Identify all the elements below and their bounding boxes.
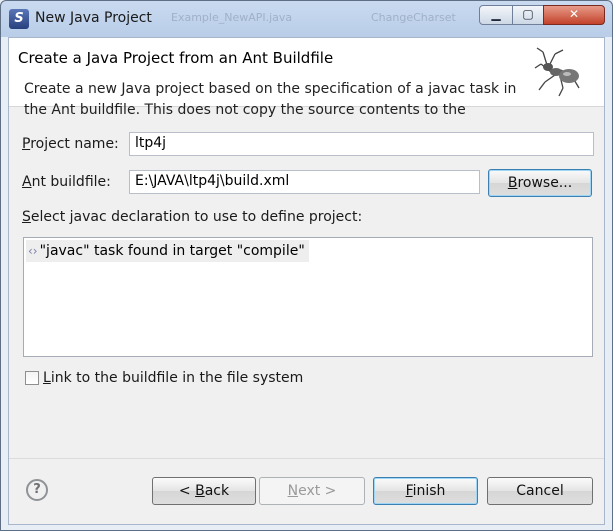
back-button[interactable]: < Back — [152, 477, 256, 505]
select-javac-label: Select javac declaration to use to defin… — [22, 209, 363, 225]
maximize-button[interactable]: ▢ — [512, 5, 544, 25]
wizard-header: Create a Java Project from an Ant Buildf… — [9, 38, 604, 117]
link-buildfile-label[interactable]: Link to the buildfile in the file system — [43, 370, 303, 386]
list-item[interactable]: ‹› "javac" task found in target "compile" — [26, 240, 309, 262]
link-buildfile-checkbox[interactable] — [25, 371, 39, 385]
title-bar[interactable]: S New Java Project Example_NewAPI.java C… — [1, 1, 612, 37]
footer-separator — [9, 458, 604, 459]
ant-icon — [534, 47, 580, 97]
next-button[interactable]: Next > — [259, 477, 365, 505]
ant-buildfile-label: Ant buildfile: — [22, 174, 111, 190]
close-button[interactable]: ✕ — [543, 5, 605, 25]
dialog-content: Create a Java Project from an Ant Buildf… — [8, 37, 605, 525]
cancel-button[interactable]: Cancel — [487, 477, 593, 505]
help-icon[interactable]: ? — [26, 479, 48, 501]
browse-button[interactable]: Browse... — [488, 169, 592, 197]
finish-button[interactable]: Finish — [373, 477, 478, 505]
javac-task-icon: ‹› — [28, 244, 38, 258]
project-name-input[interactable]: ltp4j — [129, 132, 594, 156]
wizard-description: Create a new Java project based on the s… — [24, 81, 517, 117]
minimize-button[interactable]: ▁ — [479, 5, 513, 25]
background-window-title: ChangeCharset — [371, 11, 456, 24]
background-window-title: Example_NewAPI.java — [171, 11, 293, 24]
ant-buildfile-input[interactable]: E:\JAVA\ltp4j\build.xml — [129, 170, 480, 194]
eclipse-app-icon: S — [9, 9, 29, 29]
project-name-label: Project name: — [22, 136, 119, 152]
new-java-project-dialog: S New Java Project Example_NewAPI.java C… — [0, 0, 613, 531]
window-title: New Java Project — [35, 10, 152, 26]
list-item-label: "javac" task found in target "compile" — [39, 243, 305, 259]
javac-declaration-list[interactable]: ‹› "javac" task found in target "compile" — [23, 237, 593, 357]
wizard-title: Create a Java Project from an Ant Buildf… — [18, 49, 334, 67]
